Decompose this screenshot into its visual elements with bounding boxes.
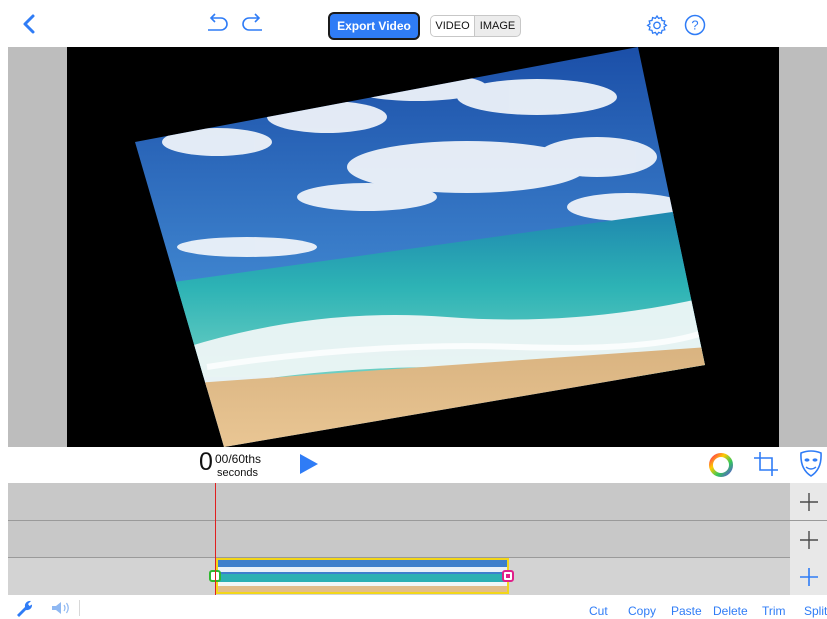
playhead[interactable] (215, 483, 216, 595)
play-icon[interactable] (298, 453, 320, 475)
clip-end-handle[interactable] (502, 570, 514, 582)
cut-button[interactable]: Cut (589, 604, 608, 618)
video-canvas[interactable] (67, 47, 779, 447)
plus-icon (799, 492, 818, 511)
settings-gear-icon[interactable] (646, 14, 668, 36)
clip-thumbnail (334, 560, 392, 592)
add-track-button[interactable] (790, 483, 827, 520)
timeline-track[interactable] (8, 483, 827, 520)
delete-button[interactable]: Delete (713, 604, 748, 618)
beach-photo[interactable] (67, 47, 779, 447)
volume-icon[interactable] (51, 601, 71, 615)
wrench-icon[interactable] (14, 598, 36, 618)
video-clip[interactable] (216, 558, 509, 594)
mode-image-tab[interactable]: IMAGE (475, 16, 520, 36)
crop-icon[interactable] (752, 450, 780, 478)
mode-video-tab[interactable]: VIDEO (431, 16, 476, 36)
export-video-button[interactable]: Export Video (328, 12, 420, 40)
undo-icon[interactable] (204, 13, 230, 35)
time-fraction-label: 00/60ths (215, 452, 262, 466)
plus-icon (799, 530, 818, 549)
clip-thumbnail (276, 560, 334, 592)
help-icon[interactable]: ? (684, 14, 706, 36)
add-track-button[interactable] (790, 558, 827, 595)
back-icon[interactable] (20, 13, 38, 35)
mask-icon[interactable] (798, 449, 824, 479)
clip-thumbnail (218, 560, 276, 592)
svg-text:?: ? (691, 18, 698, 33)
mode-segmented-control: VIDEO IMAGE (430, 15, 521, 37)
toolbar-divider (79, 600, 80, 616)
timeline-track[interactable] (8, 521, 827, 558)
paste-button[interactable]: Paste (671, 604, 702, 618)
trim-button[interactable]: Trim (762, 604, 786, 618)
plus-icon (799, 567, 818, 586)
add-track-button[interactable] (790, 521, 827, 558)
time-unit-label: seconds (217, 467, 258, 479)
clip-thumbnail (392, 560, 450, 592)
time-seconds-value: 0 (199, 448, 213, 476)
clip-thumbnail (450, 560, 507, 592)
split-button[interactable]: Split (804, 604, 827, 618)
redo-icon[interactable] (240, 13, 266, 35)
color-wheel-icon[interactable] (708, 452, 734, 478)
copy-button[interactable]: Copy (628, 604, 656, 618)
top-toolbar: Export Video VIDEO IMAGE ? (0, 0, 827, 46)
